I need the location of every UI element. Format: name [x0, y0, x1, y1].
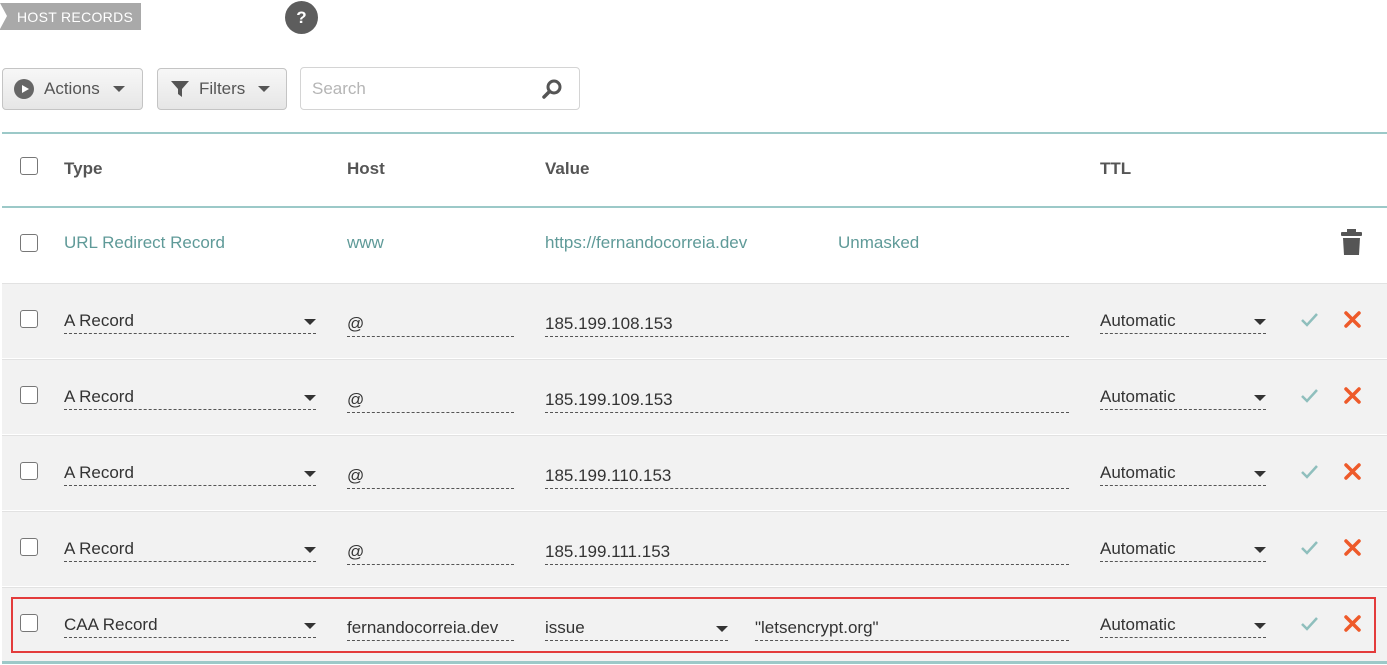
column-header-host: Host [347, 159, 385, 178]
value-input[interactable]: 185.199.108.153 [545, 313, 1069, 337]
host-input[interactable]: fernandocorreia.dev [347, 617, 514, 641]
type-select[interactable]: A Record [64, 462, 316, 486]
ttl-select[interactable]: Automatic [1100, 310, 1266, 334]
cancel-x-icon[interactable] [1344, 387, 1361, 404]
value-input[interactable]: 185.199.110.153 [545, 465, 1069, 489]
cancel-x-icon[interactable] [1344, 539, 1361, 556]
save-check-icon[interactable] [1301, 388, 1318, 403]
host-input[interactable]: @ [347, 541, 514, 565]
value-input[interactable]: "letsencrypt.org" [755, 617, 1069, 641]
column-header-ttl: TTL [1100, 159, 1132, 178]
trash-icon[interactable] [1340, 229, 1363, 256]
ttl-select[interactable]: Automatic [1100, 614, 1266, 638]
record-value[interactable]: https://fernandocorreia.dev [545, 233, 747, 253]
type-select[interactable]: A Record [64, 310, 316, 334]
record-type[interactable]: URL Redirect Record [64, 233, 225, 253]
funnel-icon [171, 81, 189, 97]
actions-button[interactable]: Actions [2, 68, 143, 110]
host-input[interactable]: @ [347, 465, 514, 489]
chevron-down-icon [112, 86, 125, 92]
host-records-tab: HOST RECORDS [0, 3, 141, 30]
type-select[interactable]: CAA Record [64, 614, 316, 638]
save-check-icon[interactable] [1301, 616, 1318, 631]
table-top-border [2, 132, 1387, 134]
type-select[interactable]: A Record [64, 538, 316, 562]
filters-button[interactable]: Filters [157, 68, 287, 110]
save-check-icon[interactable] [1301, 312, 1318, 327]
filters-label: Filters [199, 79, 246, 98]
redirect-mask[interactable]: Unmasked [838, 233, 919, 253]
host-input[interactable]: @ [347, 389, 514, 413]
column-header-type: Type [64, 159, 103, 178]
row-checkbox[interactable] [20, 234, 38, 252]
row-checkbox[interactable] [20, 614, 38, 632]
ttl-select[interactable]: Automatic [1100, 386, 1266, 410]
record-host[interactable]: www [347, 233, 384, 253]
ttl-select[interactable]: Automatic [1100, 462, 1266, 486]
save-check-icon[interactable] [1301, 464, 1318, 479]
header-divider [2, 206, 1387, 208]
host-input[interactable]: @ [347, 313, 514, 337]
search-input[interactable] [312, 77, 532, 101]
column-header-value: Value [545, 159, 590, 178]
play-icon [14, 79, 34, 99]
row-checkbox[interactable] [20, 310, 38, 328]
type-select[interactable]: A Record [64, 386, 316, 410]
select-all-checkbox[interactable] [20, 157, 38, 175]
cancel-x-icon[interactable] [1344, 615, 1361, 632]
row-checkbox[interactable] [20, 386, 38, 404]
row-checkbox[interactable] [20, 462, 38, 480]
help-icon[interactable]: ? [285, 1, 318, 34]
value-input[interactable]: 185.199.111.153 [545, 541, 1069, 565]
cancel-x-icon[interactable] [1344, 463, 1361, 480]
search-box [300, 67, 580, 110]
section-title: HOST RECORDS [17, 8, 134, 25]
value-input[interactable]: 185.199.109.153 [545, 389, 1069, 413]
save-check-icon[interactable] [1301, 540, 1318, 555]
table-bottom-border [2, 661, 1387, 664]
cancel-x-icon[interactable] [1344, 311, 1361, 328]
ttl-select[interactable]: Automatic [1100, 538, 1266, 562]
actions-label: Actions [44, 79, 100, 98]
search-icon[interactable] [541, 78, 563, 100]
chevron-down-icon [258, 86, 271, 92]
row-checkbox[interactable] [20, 538, 38, 556]
caa-tag-select[interactable]: issue [545, 617, 728, 641]
